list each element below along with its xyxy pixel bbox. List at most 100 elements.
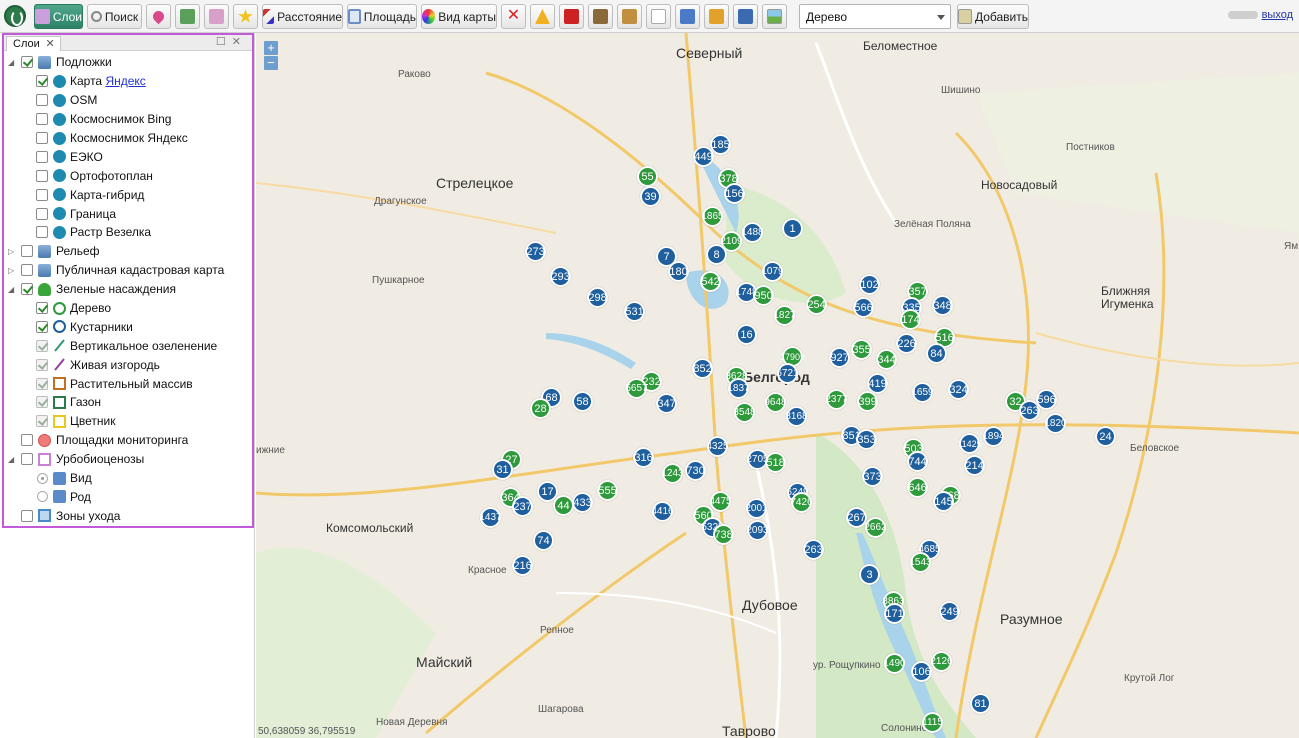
tree-item-flowerbed[interactable]: Цветник <box>4 412 252 431</box>
checkbox[interactable] <box>36 396 48 409</box>
cluster-marker[interactable]: 39 <box>640 186 661 207</box>
distance-button[interactable]: Расстояние <box>262 4 343 29</box>
tree-item-species[interactable]: Вид <box>4 469 252 488</box>
upload-button[interactable] <box>175 4 200 29</box>
checkbox[interactable] <box>36 358 48 371</box>
cluster-marker[interactable]: 254 <box>806 294 827 315</box>
warning-button[interactable] <box>530 4 555 29</box>
cluster-marker[interactable]: 730 <box>685 460 706 481</box>
tree-item-yandex-map[interactable]: Карта Яндекс <box>4 72 252 91</box>
cluster-marker[interactable]: 399 <box>857 391 878 412</box>
cluster-marker[interactable]: 31 <box>492 459 513 480</box>
cluster-marker[interactable]: 273 <box>525 241 546 262</box>
cluster-marker[interactable]: 171 <box>884 603 905 624</box>
checkbox[interactable] <box>21 264 33 277</box>
checkbox[interactable] <box>21 56 33 69</box>
radio-button[interactable] <box>37 491 48 503</box>
cluster-marker[interactable]: 1820 <box>1044 413 1067 434</box>
cluster-marker[interactable]: 106 <box>911 661 932 682</box>
image-button[interactable] <box>762 4 787 29</box>
eraser-button[interactable] <box>204 4 229 29</box>
cluster-marker[interactable]: 1837 <box>727 378 750 399</box>
tree-item-tree[interactable]: Дерево <box>4 299 252 318</box>
logout-link[interactable]: выход <box>1262 9 1293 21</box>
cluster-marker[interactable]: 263 <box>803 539 824 560</box>
cluster-marker[interactable]: 237 <box>512 496 533 517</box>
checkbox[interactable] <box>36 94 48 107</box>
cluster-marker[interactable]: 28 <box>530 398 551 419</box>
cluster-marker[interactable]: 4325 <box>706 436 729 457</box>
cluster-marker[interactable]: 7426 <box>790 492 813 513</box>
tree-item-yandex-sat[interactable]: Космоснимок Яндекс <box>4 129 252 148</box>
checkbox[interactable] <box>21 509 33 522</box>
cluster-marker[interactable]: 1659 <box>911 382 934 403</box>
delete-button[interactable]: ✕ <box>501 4 526 29</box>
tree-item-plant-massif[interactable]: Растительный массив <box>4 374 252 393</box>
tab-layers[interactable]: Слои ✕ <box>6 36 61 51</box>
cluster-marker[interactable]: 744 <box>907 451 928 472</box>
checkbox[interactable] <box>21 283 33 296</box>
favorites-button[interactable] <box>233 4 258 29</box>
cluster-marker[interactable]: 1079 <box>761 261 784 282</box>
cluster-marker[interactable]: 531 <box>624 301 645 322</box>
announce-button[interactable] <box>559 4 584 29</box>
cluster-marker[interactable]: 8 <box>706 244 727 265</box>
cluster-marker[interactable]: 542 <box>700 271 721 292</box>
cluster-marker[interactable]: 1543 <box>909 552 932 573</box>
cluster-marker[interactable]: 156 <box>724 183 745 204</box>
cluster-marker[interactable]: 646 <box>907 477 928 498</box>
pencil-button[interactable] <box>617 4 642 29</box>
cluster-marker[interactable]: 2662 <box>864 517 887 538</box>
checkbox[interactable] <box>21 453 33 466</box>
cluster-marker[interactable]: 293 <box>550 266 571 287</box>
cluster-marker[interactable]: 433 <box>572 492 593 513</box>
edit-tool-button[interactable] <box>588 4 613 29</box>
cluster-marker[interactable]: 84 <box>926 343 947 364</box>
cluster-marker[interactable]: 3 <box>859 564 880 585</box>
cluster-marker[interactable]: 344 <box>876 349 897 370</box>
cluster-marker[interactable]: 596 <box>1036 389 1057 410</box>
tree-item-cadastral[interactable]: ▷ Публичная кадастровая карта <box>4 261 252 280</box>
checkbox[interactable] <box>36 415 48 428</box>
cluster-marker[interactable]: 1827 <box>773 305 796 326</box>
tree-item-raster-vezelka[interactable]: Растр Везелка <box>4 223 252 242</box>
cluster-marker[interactable]: 852 <box>692 358 713 379</box>
cluster-marker[interactable]: 324 <box>948 379 969 400</box>
checkbox[interactable] <box>36 320 48 333</box>
checkbox[interactable] <box>21 434 33 447</box>
cluster-marker[interactable]: 1894 <box>982 426 1005 447</box>
cluster-marker[interactable]: 1437 <box>479 507 502 528</box>
tree-item-hybrid[interactable]: Карта-гибрид <box>4 185 252 204</box>
maximize-icon[interactable]: ☐ <box>216 36 232 48</box>
tree-item-relief[interactable]: ▷ Рельеф <box>4 242 252 261</box>
cluster-marker[interactable]: 950 <box>753 285 774 306</box>
cluster-marker[interactable]: 566 <box>853 297 874 318</box>
collapse-icon[interactable]: ◢ <box>8 285 16 294</box>
cluster-marker[interactable]: 316 <box>633 447 654 468</box>
add-button[interactable]: Добавить <box>957 4 1029 29</box>
cluster-marker[interactable]: 1865 <box>701 206 724 227</box>
cluster-marker[interactable]: 1243 <box>661 463 684 484</box>
map-view-button[interactable]: Вид карты <box>421 4 497 29</box>
cluster-marker[interactable]: 16 <box>736 324 757 345</box>
checkbox[interactable] <box>36 377 48 390</box>
cluster-marker[interactable]: 102 <box>859 274 880 295</box>
radio-button[interactable] <box>37 472 48 484</box>
checkbox[interactable] <box>36 150 48 163</box>
cluster-marker[interactable]: 145 <box>933 491 954 512</box>
cluster-marker[interactable]: 1490 <box>883 653 906 674</box>
cluster-marker[interactable]: 373 <box>862 466 883 487</box>
cluster-marker[interactable]: 347 <box>656 393 677 414</box>
cluster-marker[interactable]: 214 <box>964 455 985 476</box>
cluster-marker[interactable]: 11425 <box>957 433 982 454</box>
cluster-marker[interactable]: 555 <box>597 480 618 501</box>
tree-item-hedge[interactable]: Живая изгородь <box>4 355 252 374</box>
tree-item-genus[interactable]: Род <box>4 487 252 506</box>
checkbox[interactable] <box>36 226 48 239</box>
tree-item-orthophoto[interactable]: Ортофотоплан <box>4 166 252 185</box>
checkbox[interactable] <box>36 339 48 352</box>
cluster-marker[interactable]: 2093 <box>746 520 769 541</box>
collapse-icon[interactable]: ◢ <box>8 455 16 464</box>
cluster-marker[interactable]: 5657 <box>625 378 648 399</box>
pipette-button[interactable] <box>675 4 700 29</box>
